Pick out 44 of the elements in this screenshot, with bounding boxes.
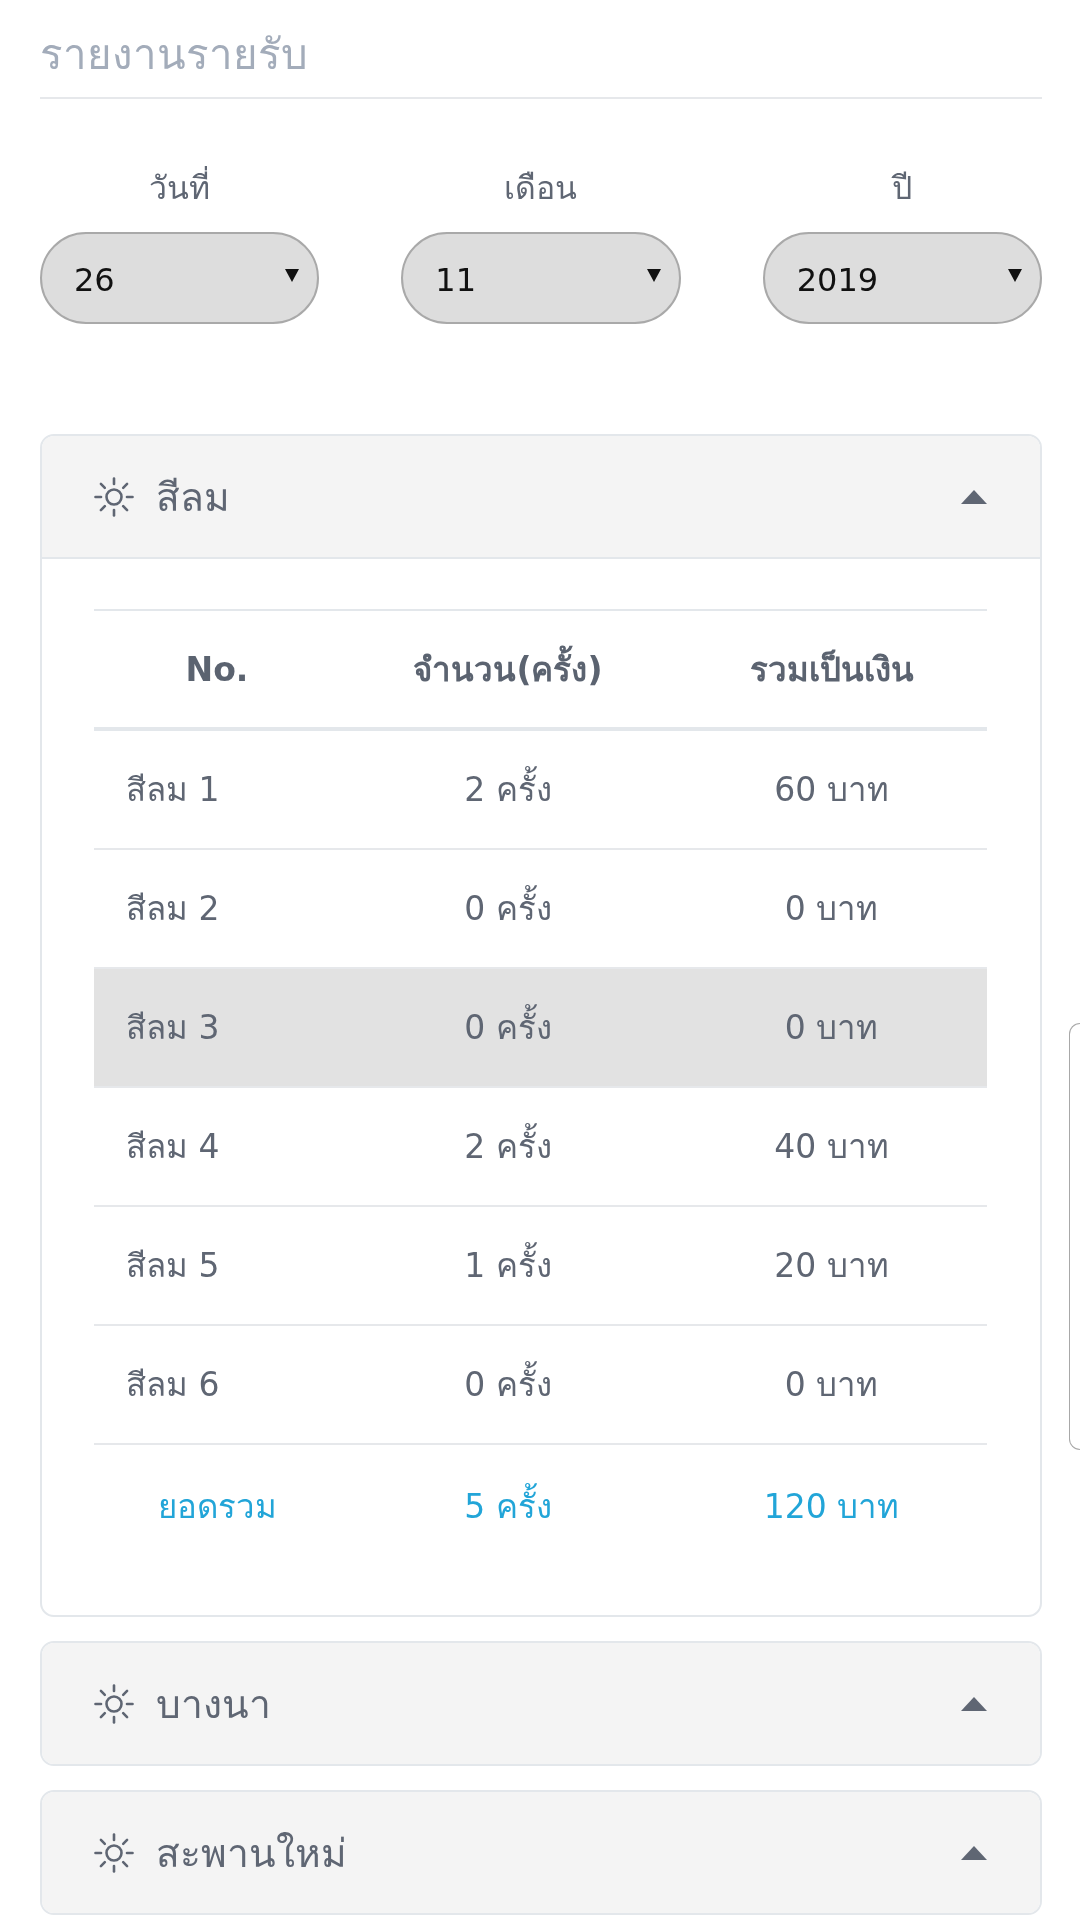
page-title: รายงานรายรับ	[40, 29, 308, 81]
table-cell-text: สีลม 4	[126, 1126, 220, 1168]
table-cell: 1 ครั้ง	[464, 1239, 552, 1292]
sun-icon	[94, 1832, 134, 1873]
column-header: รวมเป็นเงิน	[749, 648, 914, 691]
table-cell-text: สีลม 2	[126, 888, 220, 930]
table-cell-text: 40 บาท	[774, 1126, 889, 1168]
table-cell: 0 ครั้ง	[464, 1358, 552, 1411]
total-cell-text: 120 บาท	[763, 1485, 900, 1528]
table-cell: 2 ครั้ง	[464, 763, 552, 816]
column-header: จำนวน(ครั้ง)	[413, 642, 603, 696]
caret-icon	[285, 268, 300, 282]
dropdown-field[interactable]: 2019	[762, 232, 1042, 324]
table-cell-text: 60 บาท	[774, 769, 889, 811]
field-label: เดือน	[504, 168, 578, 208]
caret-icon	[961, 1696, 987, 1711]
column-header: No.	[185, 649, 249, 689]
total-cell: 5 ครั้ง	[464, 1479, 552, 1533]
sun-icon	[94, 476, 134, 517]
table-cell: 0 ครั้ง	[464, 882, 552, 935]
dropdown-field[interactable]: 11	[401, 232, 681, 324]
table-cell-text: สีลม 3	[126, 1007, 220, 1049]
table-cell: 0 ครั้ง	[464, 1001, 552, 1054]
table-cell-text: สีลม 1	[126, 769, 220, 811]
table-cell-text: 20 บาท	[774, 1245, 889, 1287]
table-cell-text: 0 บาท	[784, 1364, 879, 1406]
accordion-header[interactable]: บางนา	[42, 1643, 1040, 1764]
table-cell-text: สีลม 6	[126, 1364, 220, 1406]
table-cell-text: 0 บาท	[784, 1007, 879, 1049]
field-label: ปี	[892, 168, 913, 208]
dropdown-field[interactable]: 26	[40, 232, 320, 324]
table-cell: 2 ครั้ง	[464, 1120, 552, 1173]
caret-icon	[646, 268, 661, 282]
caret-icon	[961, 489, 987, 504]
accordion-header[interactable]: สีลม	[42, 436, 1040, 559]
edge-panel-handle[interactable]	[1069, 1023, 1080, 1450]
accordion-header[interactable]: สะพานใหม่	[42, 1792, 1040, 1913]
sun-icon	[94, 1683, 134, 1724]
field-label: วันที่	[149, 168, 211, 208]
table-cell-text: 0 บาท	[784, 888, 879, 930]
table-cell-text: สีลม 5	[126, 1245, 220, 1287]
caret-icon	[961, 1845, 987, 1860]
caret-icon	[1008, 268, 1022, 282]
total-cell-text: ยอดรวม	[157, 1485, 277, 1528]
